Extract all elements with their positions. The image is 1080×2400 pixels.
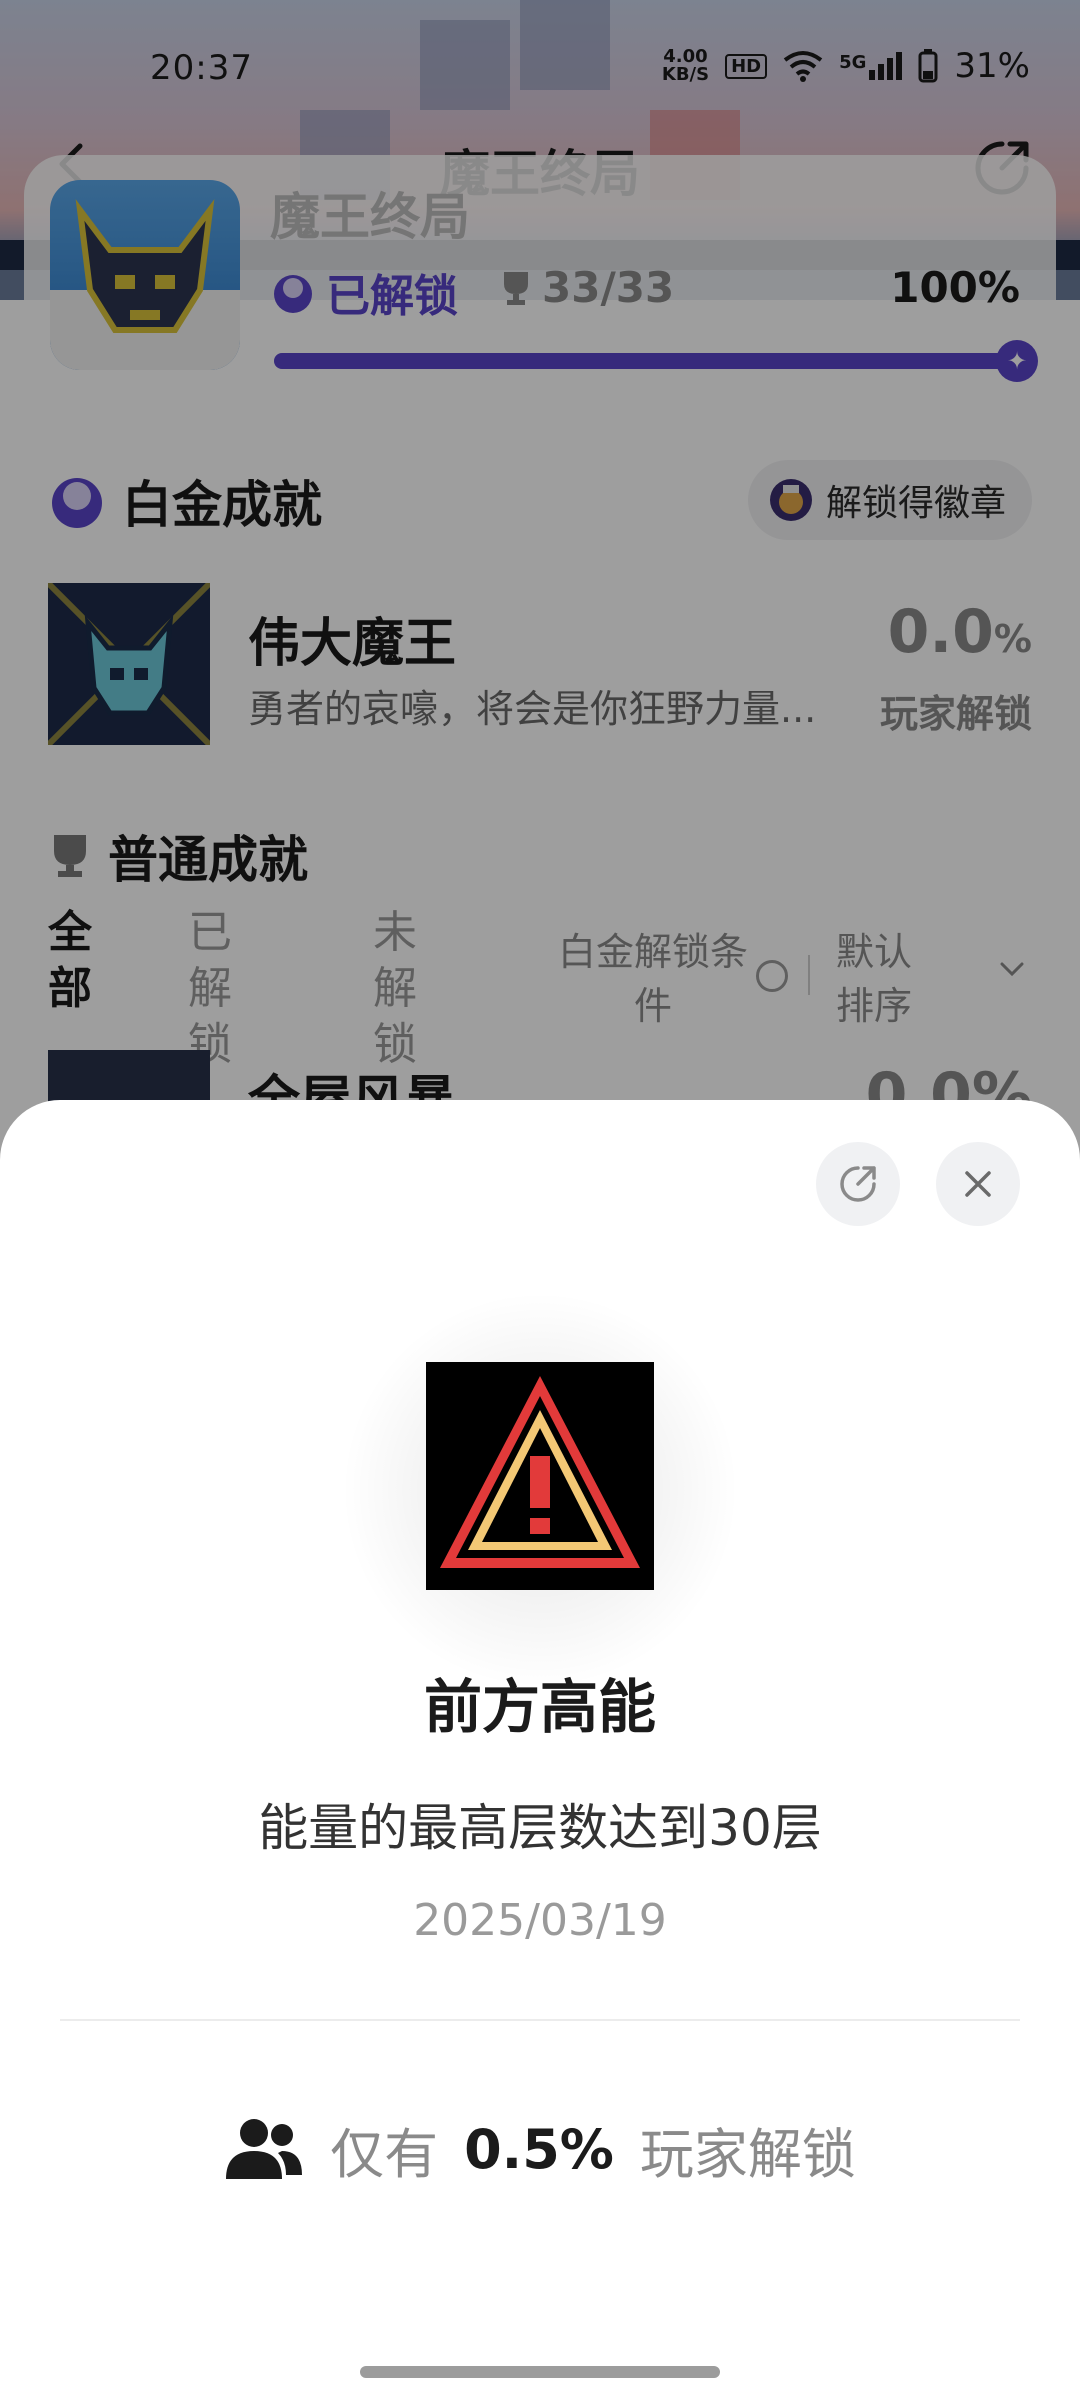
players-prefix: 仅有	[330, 2123, 439, 2186]
home-indicator[interactable]	[360, 2366, 720, 2378]
users-icon	[226, 2118, 303, 2179]
player-unlock-stat: 仅有 0.5% 玩家解锁	[0, 2110, 1080, 2189]
close-icon	[965, 1171, 991, 1197]
sheet-close-button[interactable]	[936, 1142, 1020, 1226]
achievement-requirement: 能量的最高层数达到30层	[258, 1799, 822, 1857]
sheet-share-button[interactable]	[816, 1142, 900, 1226]
players-percent: 0.5%	[464, 2118, 614, 2181]
unlock-date: 2025/03/19	[413, 1895, 667, 1946]
share-icon	[840, 1166, 876, 1202]
achievement-detail-sheet: 前方高能 能量的最高层数达到30层 2025/03/19 仅有 0.5% 玩家解…	[0, 1100, 1080, 2400]
players-suffix: 玩家解锁	[639, 2123, 856, 2186]
warning-triangle-icon	[426, 1362, 654, 1590]
achievement-name: 前方高能	[423, 1673, 656, 1741]
sheet-divider	[60, 2019, 1020, 2021]
